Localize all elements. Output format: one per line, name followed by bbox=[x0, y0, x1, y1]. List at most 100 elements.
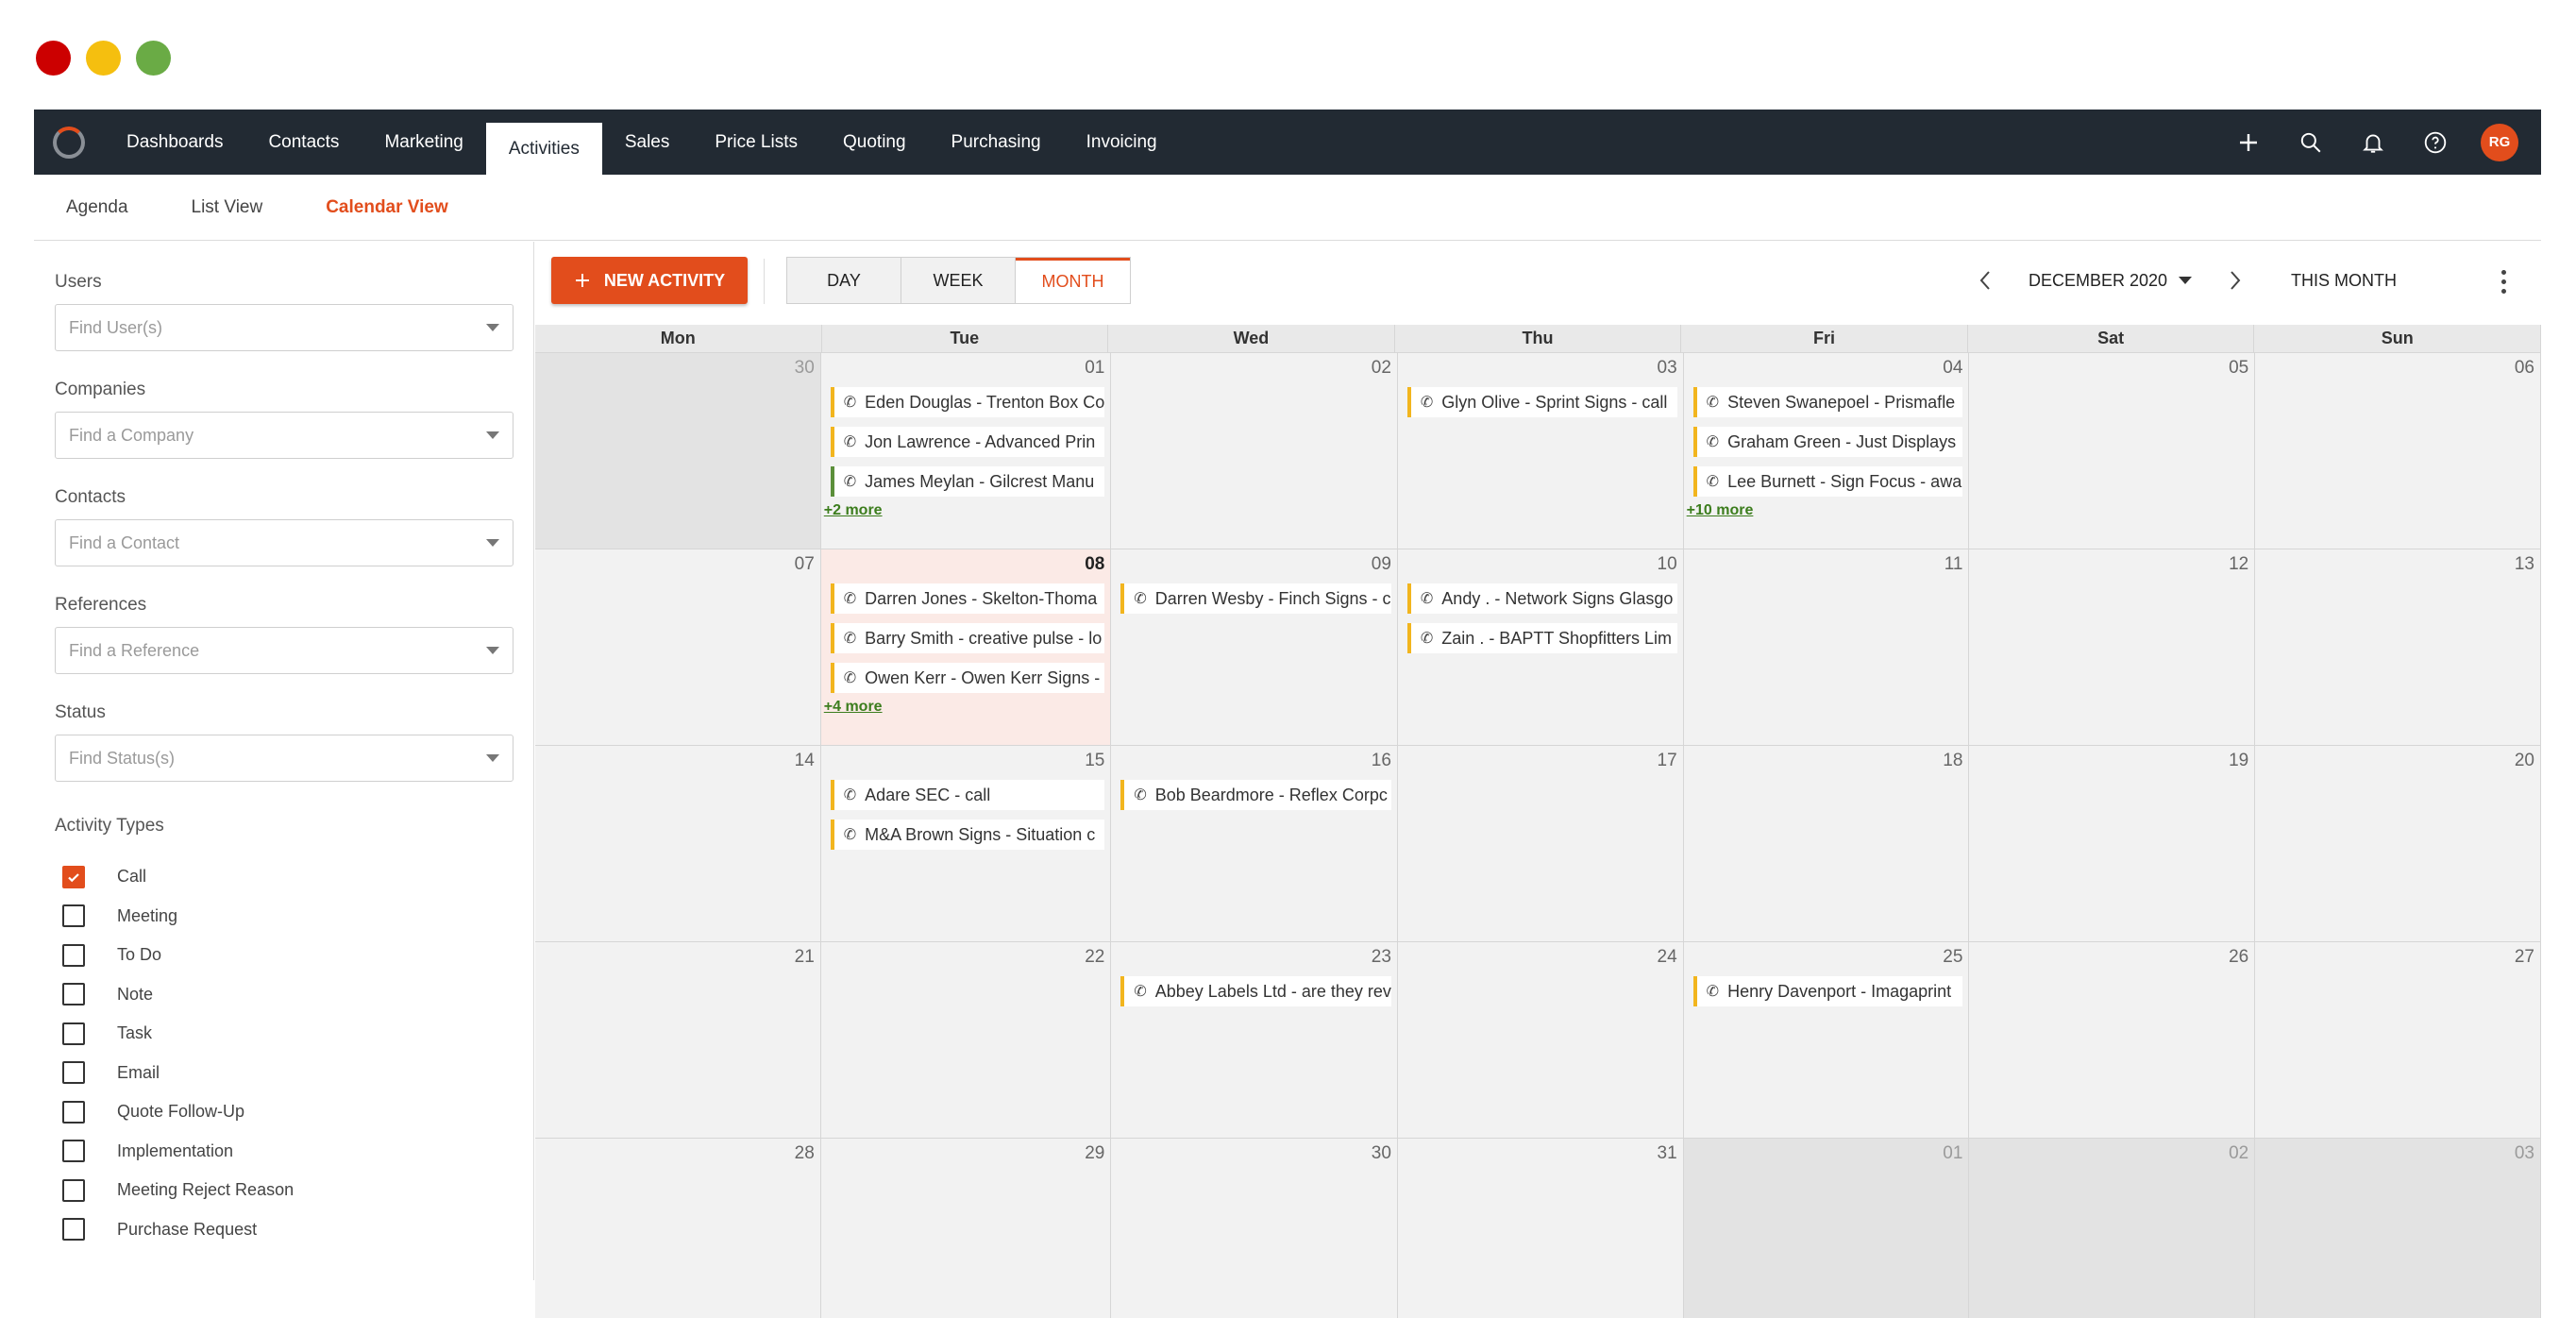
calendar-event[interactable]: ✆ Darren Wesby - Finch Signs - c bbox=[1120, 583, 1391, 614]
users-select[interactable]: Find User(s) bbox=[55, 304, 514, 351]
subnav-agenda[interactable]: Agenda bbox=[66, 197, 128, 218]
nav-contacts[interactable]: Contacts bbox=[245, 110, 362, 175]
checkbox[interactable] bbox=[62, 1140, 85, 1163]
calendar-day[interactable]: 19 bbox=[1969, 746, 2256, 942]
calendar-event[interactable]: ✆ Eden Douglas - Trenton Box Co bbox=[830, 387, 1105, 417]
activity-type-row[interactable]: Meeting bbox=[55, 897, 533, 937]
contacts-select[interactable]: Find a Contact bbox=[55, 519, 514, 566]
more-events-link[interactable]: +4 more bbox=[824, 699, 1111, 716]
calendar-event[interactable]: ✆ Bob Beardmore - Reflex Corpc bbox=[1120, 780, 1391, 810]
previous-month-button[interactable] bbox=[1966, 262, 2004, 299]
checkbox[interactable] bbox=[62, 1061, 85, 1085]
calendar-event[interactable]: ✆ Owen Kerr - Owen Kerr Signs - bbox=[830, 663, 1105, 693]
activity-type-row[interactable]: Implementation bbox=[55, 1132, 533, 1172]
activity-type-row[interactable]: Email bbox=[55, 1054, 533, 1093]
minimize-window-button[interactable] bbox=[86, 41, 121, 76]
month-picker[interactable]: DECEMBER 2020 bbox=[2004, 271, 2216, 291]
nav-marketing[interactable]: Marketing bbox=[362, 110, 485, 175]
help-icon[interactable] bbox=[2418, 126, 2452, 160]
calendar-day[interactable]: 16 ✆ Bob Beardmore - Reflex Corpc bbox=[1111, 746, 1398, 942]
calendar-day[interactable]: 22 bbox=[820, 942, 1112, 1139]
references-select[interactable]: Find a Reference bbox=[55, 627, 514, 674]
nav-dashboards[interactable]: Dashboards bbox=[104, 110, 245, 175]
calendar-day[interactable]: 31 bbox=[1397, 1139, 1684, 1318]
calendar-day-today[interactable]: 08 ✆ Darren Jones - Skelton-Thoma ✆ Barry Sm… bbox=[820, 549, 1112, 746]
maximize-window-button[interactable] bbox=[136, 41, 171, 76]
calendar-day[interactable]: 28 bbox=[535, 1139, 821, 1318]
calendar-day[interactable]: 15 ✆ Adare SEC - call ✆ M&A Brown Signs - Si… bbox=[820, 746, 1112, 942]
calendar-event[interactable]: ✆ Graham Green - Just Displays bbox=[1692, 427, 1963, 457]
calendar-day[interactable]: 20 bbox=[2255, 746, 2541, 942]
nav-purchasing[interactable]: Purchasing bbox=[929, 110, 1064, 175]
calendar-day[interactable]: 07 bbox=[535, 549, 821, 746]
calendar-event[interactable]: ✆ Zain . - BAPTT Shopfitters Lim bbox=[1406, 623, 1677, 653]
checkbox[interactable] bbox=[62, 943, 85, 967]
calendar-day[interactable]: 11 bbox=[1683, 549, 1970, 746]
checkbox[interactable] bbox=[62, 1022, 85, 1045]
nav-sales[interactable]: Sales bbox=[602, 110, 693, 175]
calendar-day[interactable]: 03 ✆ Glyn Olive - Sprint Signs - call bbox=[1397, 353, 1684, 549]
calendar-day[interactable]: 30 bbox=[1111, 1139, 1398, 1318]
calendar-event[interactable]: ✆ Jon Lawrence - Advanced Prin bbox=[830, 427, 1105, 457]
activity-type-row[interactable]: Purchase Request bbox=[55, 1210, 533, 1250]
calendar-day[interactable]: 27 bbox=[2255, 942, 2541, 1139]
calendar-event[interactable]: ✆ Henry Davenport - Imagaprint bbox=[1692, 976, 1963, 1006]
subnav-calendar-view[interactable]: Calendar View bbox=[326, 197, 448, 218]
checkbox[interactable] bbox=[62, 904, 85, 928]
new-activity-button[interactable]: NEW ACTIVITY bbox=[551, 257, 748, 304]
checkbox[interactable] bbox=[62, 1100, 85, 1124]
calendar-event[interactable]: ✆ M&A Brown Signs - Situation c bbox=[830, 820, 1105, 850]
day-view-button[interactable]: DAY bbox=[787, 258, 901, 303]
nav-price-lists[interactable]: Price Lists bbox=[692, 110, 820, 175]
calendar-day[interactable]: 02 bbox=[1111, 353, 1398, 549]
more-events-link[interactable]: +10 more bbox=[1687, 502, 1969, 519]
calendar-day[interactable]: 25 ✆ Henry Davenport - Imagaprint bbox=[1683, 942, 1970, 1139]
more-events-link[interactable]: +2 more bbox=[824, 502, 1111, 519]
next-month-button[interactable] bbox=[2216, 262, 2254, 299]
calendar-event[interactable]: ✆ Barry Smith - creative pulse - lo bbox=[830, 623, 1105, 653]
calendar-day[interactable]: 01 bbox=[1683, 1139, 1970, 1318]
calendar-event[interactable]: ✆ Steven Swanepoel - Prismafle bbox=[1692, 387, 1963, 417]
nav-quoting[interactable]: Quoting bbox=[820, 110, 929, 175]
calendar-day[interactable]: 03 bbox=[2255, 1139, 2541, 1318]
calendar-day[interactable]: 26 bbox=[1969, 942, 2256, 1139]
subnav-list-view[interactable]: List View bbox=[192, 197, 263, 218]
checkbox[interactable] bbox=[62, 1178, 85, 1202]
activity-type-row[interactable]: Task bbox=[55, 1014, 533, 1054]
activity-type-row[interactable]: To Do bbox=[55, 936, 533, 975]
calendar-day[interactable]: 04 ✆ Steven Swanepoel - Prismafle ✆ Graham G… bbox=[1683, 353, 1970, 549]
companies-select[interactable]: Find a Company bbox=[55, 412, 514, 459]
activity-type-row[interactable]: Meeting Reject Reason bbox=[55, 1171, 533, 1210]
calendar-day[interactable]: 01 ✆ Eden Douglas - Trenton Box Co ✆ Jon Law… bbox=[820, 353, 1112, 549]
plus-icon[interactable] bbox=[2231, 126, 2265, 160]
calendar-event[interactable]: ✆ Abbey Labels Ltd - are they rev bbox=[1120, 976, 1391, 1006]
calendar-event[interactable]: ✆ Andy . - Network Signs Glasgo bbox=[1406, 583, 1677, 614]
calendar-day[interactable]: 18 bbox=[1683, 746, 1970, 942]
status-select[interactable]: Find Status(s) bbox=[55, 735, 514, 782]
activity-type-row[interactable]: Note bbox=[55, 975, 533, 1015]
bell-icon[interactable] bbox=[2356, 126, 2390, 160]
calendar-day[interactable]: 06 bbox=[2255, 353, 2541, 549]
calendar-day[interactable]: 23 ✆ Abbey Labels Ltd - are they rev bbox=[1111, 942, 1398, 1139]
calendar-day[interactable]: 17 bbox=[1397, 746, 1684, 942]
calendar-event[interactable]: ✆ Lee Burnett - Sign Focus - awa bbox=[1692, 466, 1963, 497]
checkbox[interactable] bbox=[62, 983, 85, 1006]
activity-type-row[interactable]: Quote Follow-Up bbox=[55, 1092, 533, 1132]
calendar-day[interactable]: 12 bbox=[1969, 549, 2256, 746]
more-options-icon[interactable] bbox=[2489, 262, 2517, 300]
checkbox-checked[interactable] bbox=[62, 865, 85, 888]
checkbox[interactable] bbox=[62, 1218, 85, 1242]
nav-invoicing[interactable]: Invoicing bbox=[1064, 110, 1180, 175]
calendar-event[interactable]: ✆ Adare SEC - call bbox=[830, 780, 1105, 810]
search-icon[interactable] bbox=[2294, 126, 2328, 160]
activity-type-row[interactable]: Call bbox=[55, 857, 533, 897]
calendar-day[interactable]: 21 bbox=[535, 942, 821, 1139]
nav-activities[interactable]: Activities bbox=[485, 123, 602, 175]
calendar-day[interactable]: 24 bbox=[1397, 942, 1684, 1139]
month-view-button[interactable]: MONTH bbox=[1016, 258, 1130, 303]
week-view-button[interactable]: WEEK bbox=[901, 258, 1016, 303]
calendar-day[interactable]: 29 bbox=[820, 1139, 1112, 1318]
user-avatar[interactable]: RG bbox=[2481, 123, 2518, 161]
calendar-day[interactable]: 02 bbox=[1969, 1139, 2256, 1318]
calendar-day[interactable]: 14 bbox=[535, 746, 821, 942]
